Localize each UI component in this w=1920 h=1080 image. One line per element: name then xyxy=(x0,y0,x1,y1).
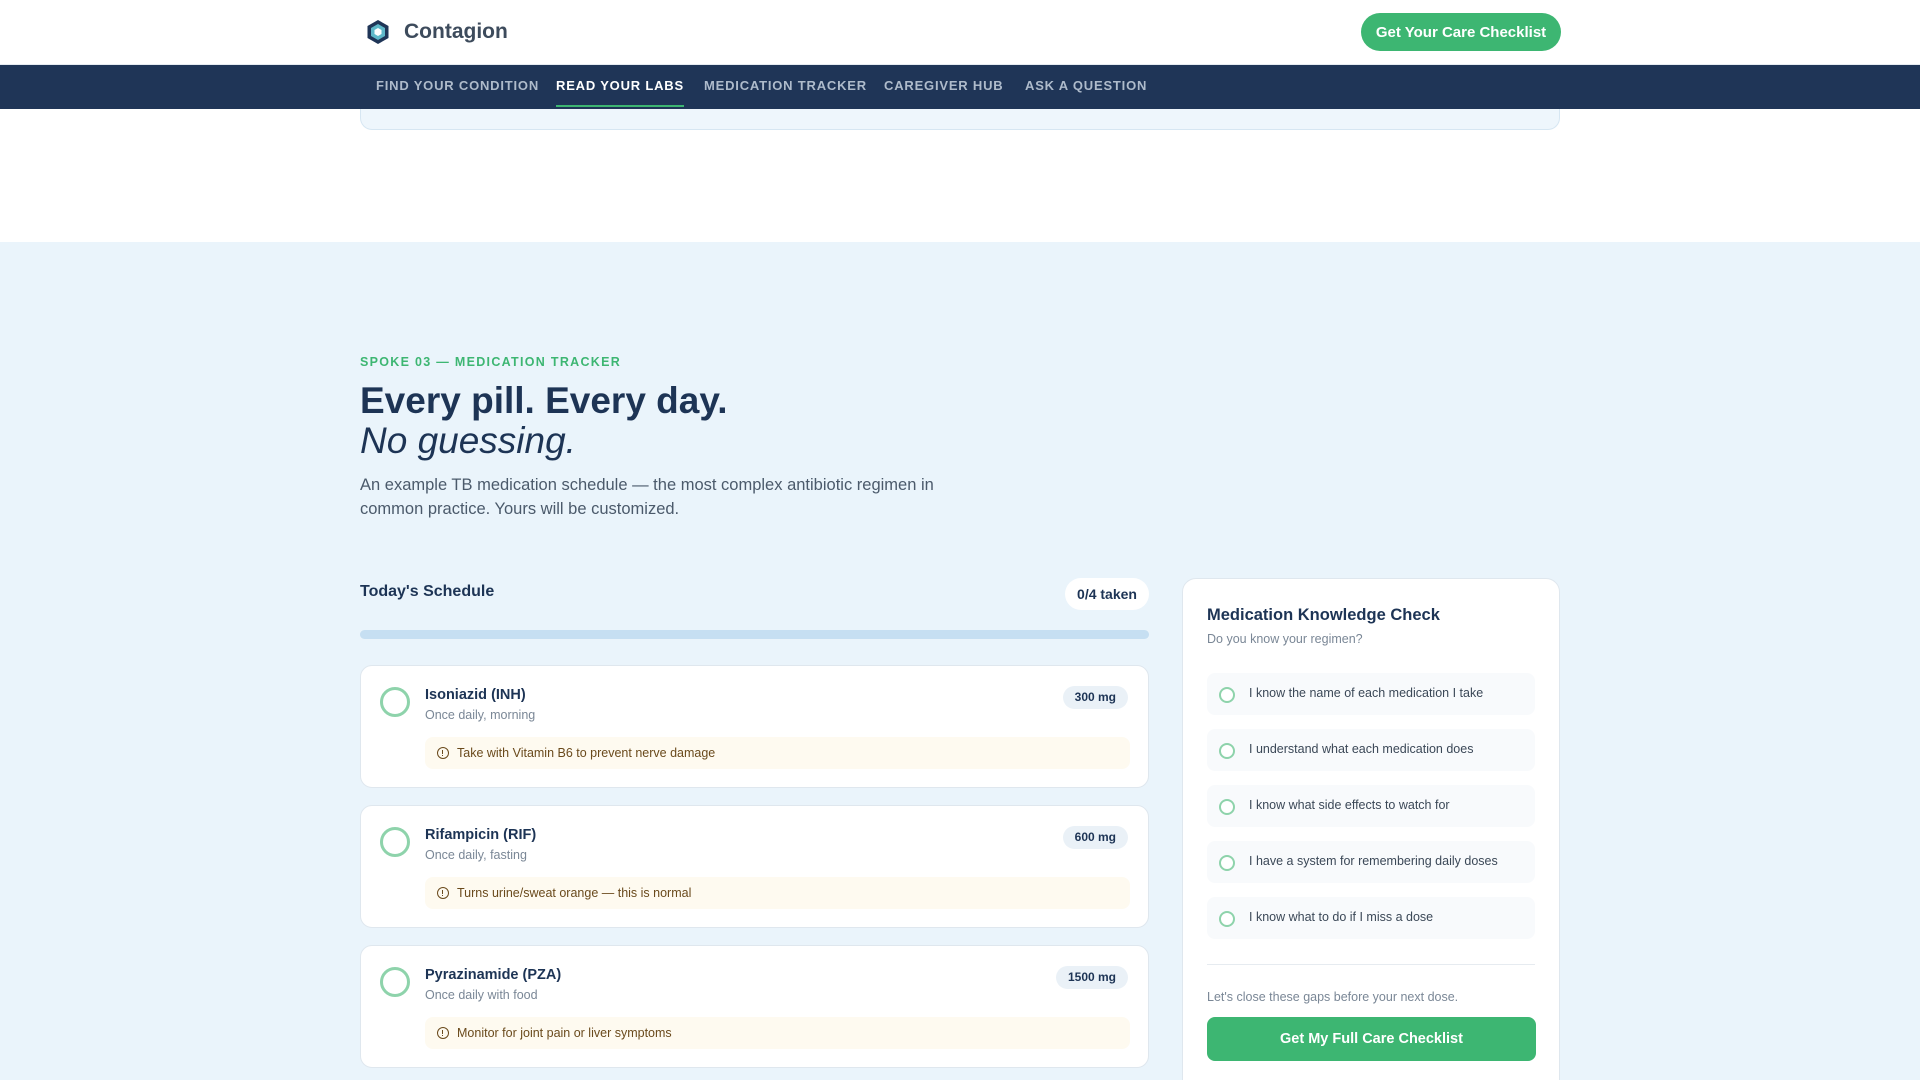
knowledge-check-subtitle: Do you know your regimen? xyxy=(1207,632,1363,646)
medication-frequency: Once daily with food xyxy=(425,988,538,1002)
knowledge-check-label: I know what to do if I miss a dose xyxy=(1249,910,1434,924)
brand[interactable]: Contagion xyxy=(364,18,508,46)
divider xyxy=(1207,964,1535,965)
radio-circle-icon xyxy=(1219,911,1235,927)
section-intro: An example TB medication schedule — the … xyxy=(360,476,934,518)
medication-name: Rifampicin (RIF) xyxy=(425,827,537,843)
dose-badge: 1500 mg xyxy=(1055,966,1128,989)
medication-name: Pyrazinamide (PZA) xyxy=(425,967,562,983)
radio-circle-icon xyxy=(1219,855,1235,871)
medication-taken-checkbox[interactable] xyxy=(380,827,410,857)
medication-card: Pyrazinamide (PZA) Once daily with food … xyxy=(360,945,1149,1068)
get-care-checklist-button[interactable]: Get Your Care Checklist xyxy=(1361,13,1561,51)
brand-name: Contagion xyxy=(404,20,508,43)
info-alert-icon xyxy=(437,747,449,759)
knowledge-check-card: Medication Knowledge Check Do you know y… xyxy=(1182,578,1560,1080)
medication-note-text: Take with Vitamin B6 to prevent nerve da… xyxy=(457,746,716,760)
medication-name: Isoniazid (INH) xyxy=(425,687,526,703)
get-full-care-checklist-button[interactable]: Get My Full Care Checklist xyxy=(1207,1017,1536,1061)
knowledge-check-item[interactable]: I have a system for remembering daily do… xyxy=(1207,841,1535,883)
dose-badge: 600 mg xyxy=(1062,826,1128,849)
medication-card: Isoniazid (INH) Once daily, morning 300 … xyxy=(360,665,1149,788)
top-header: Contagion Get Your Care Checklist xyxy=(0,0,1920,65)
medication-taken-checkbox[interactable] xyxy=(380,967,410,997)
nav-caregiver-hub[interactable]: CAREGIVER HUB xyxy=(884,65,1003,109)
radio-circle-icon xyxy=(1219,687,1235,703)
knowledge-check-item[interactable]: I know what to do if I miss a dose xyxy=(1207,897,1535,939)
medication-card: Rifampicin (RIF) Once daily, fasting 600… xyxy=(360,805,1149,928)
schedule-title: Today's Schedule xyxy=(360,583,495,600)
medication-note: Turns urine/sweat orange — this is norma… xyxy=(425,877,1130,909)
info-alert-icon xyxy=(437,887,449,899)
knowledge-check-label: I understand what each medication does xyxy=(1249,742,1474,756)
nav-find-your-condition[interactable]: FIND YOUR CONDITION xyxy=(376,65,539,109)
hexagon-logo-icon xyxy=(367,20,389,44)
knowledge-check-label: I have a system for remembering daily do… xyxy=(1249,854,1498,868)
nav-read-your-labs[interactable]: READ YOUR LABS xyxy=(556,65,684,109)
nav-medication-tracker[interactable]: MEDICATION TRACKER xyxy=(704,65,867,109)
knowledge-check-title: Medication Knowledge Check xyxy=(1207,606,1440,624)
knowledge-check-item[interactable]: I know what side effects to watch for xyxy=(1207,785,1535,827)
medication-note: Monitor for joint pain or liver symptoms xyxy=(425,1017,1130,1049)
schedule-progress-bar xyxy=(360,630,1149,639)
radio-circle-icon xyxy=(1219,743,1235,759)
section-title: Every pill. Every day. xyxy=(360,380,728,421)
medication-frequency: Once daily, fasting xyxy=(425,848,527,862)
radio-circle-icon xyxy=(1219,799,1235,815)
knowledge-check-note: Let's close these gaps before your next … xyxy=(1207,990,1459,1004)
knowledge-check-item[interactable]: I understand what each medication does xyxy=(1207,729,1535,771)
section-eyebrow: SPOKE 03 — MEDICATION TRACKER xyxy=(360,355,622,369)
section-subtitle: No guessing. xyxy=(360,420,576,461)
dose-badge: 300 mg xyxy=(1062,686,1128,709)
medication-note-text: Monitor for joint pain or liver symptoms xyxy=(457,1026,672,1040)
previous-section-card xyxy=(360,109,1560,130)
taken-count-badge: 0/4 taken xyxy=(1065,578,1149,610)
knowledge-check-label: I know the name of each medication I tak… xyxy=(1249,686,1484,700)
medication-frequency: Once daily, morning xyxy=(425,708,536,722)
info-alert-icon xyxy=(437,1027,449,1039)
medication-taken-checkbox[interactable] xyxy=(380,687,410,717)
main-nav: FIND YOUR CONDITION READ YOUR LABS MEDIC… xyxy=(0,65,1920,109)
medication-note-text: Turns urine/sweat orange — this is norma… xyxy=(457,886,692,900)
nav-ask-a-question[interactable]: ASK A QUESTION xyxy=(1025,65,1147,109)
knowledge-check-label: I know what side effects to watch for xyxy=(1249,798,1450,812)
medication-note: Take with Vitamin B6 to prevent nerve da… xyxy=(425,737,1130,769)
knowledge-check-item[interactable]: I know the name of each medication I tak… xyxy=(1207,673,1535,715)
